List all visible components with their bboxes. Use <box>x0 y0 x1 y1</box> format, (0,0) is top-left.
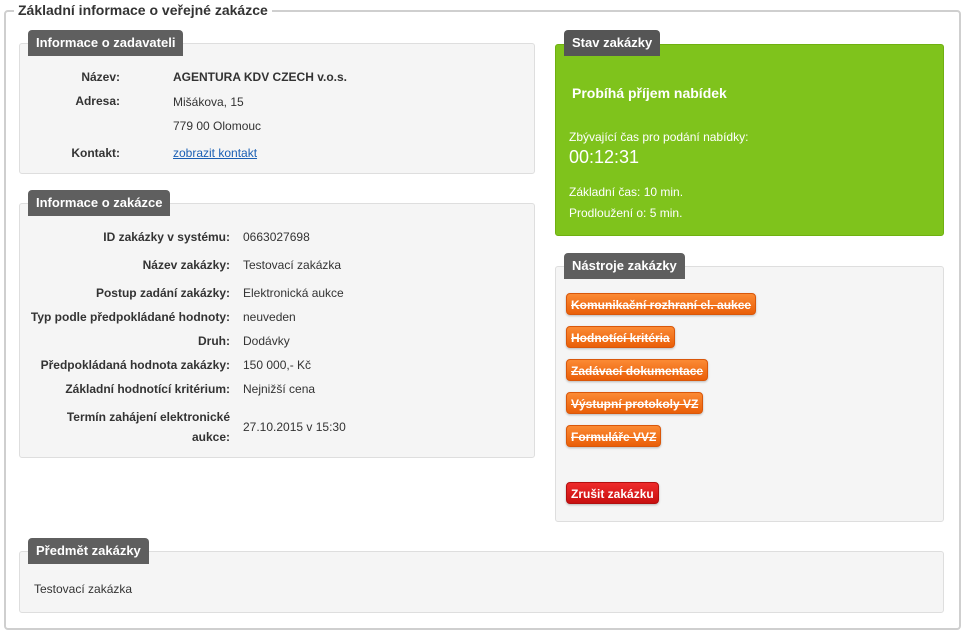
tender-id-label: ID zakázky v systému: <box>103 230 230 244</box>
remaining-time-label: Zbývající čas pro podání nabídky: <box>569 130 749 144</box>
vvz-forms-button[interactable]: Formuláře VVZ <box>566 425 662 447</box>
name-value: AGENTURA KDV CZECH v.o.s. <box>173 70 348 84</box>
tender-status-heading: Stav zakázky <box>564 30 661 56</box>
procedure-value: Elektronická aukce <box>243 286 344 300</box>
tender-info-heading: Informace o zakázce <box>28 190 171 216</box>
page-title: Základní informace o veřejné zakázce <box>14 2 272 18</box>
auction-start-label-line1: Termín zahájení elektronické <box>66 410 230 424</box>
tender-tools-heading: Nástroje zakázky <box>564 253 685 279</box>
value-type-label: Typ podle předpokládané hodnoty: <box>30 310 230 324</box>
tender-name-label: Název zakázky: <box>142 258 230 272</box>
estimated-value-label: Předpokládaná hodnota zakázky: <box>40 358 230 372</box>
auction-communication-button[interactable]: Komunikační rozhraní el. aukce <box>566 293 757 315</box>
auction-start-label-line2: aukce: <box>191 430 230 444</box>
tender-status-panel: Probíhá příjem nabídek Zbývající čas pro… <box>555 44 944 236</box>
cancel-tender-button[interactable]: Zrušit zakázku <box>566 482 659 504</box>
base-time: Základní čas: 10 min. <box>569 185 684 199</box>
kind-value: Dodávky <box>243 334 290 348</box>
tender-subject-text: Testovací zakázka <box>34 582 133 596</box>
criterion-label: Základní hodnotící kritérium: <box>65 382 230 396</box>
tender-id-value: 0663027698 <box>243 230 310 244</box>
evaluation-criteria-button[interactable]: Hodnotící kritéria <box>566 326 675 348</box>
output-protocols-button[interactable]: Výstupní protokoly VZ <box>566 392 704 414</box>
value-type-value: neuveden <box>243 310 296 324</box>
procedure-label: Postup zadání zakázky: <box>95 286 230 300</box>
tender-name-value: Testovací zakázka <box>243 258 342 272</box>
tender-subject-heading: Předmět zakázky <box>28 538 149 564</box>
kind-label: Druh: <box>198 334 230 348</box>
status-text: Probíhá příjem nabídek <box>572 85 727 101</box>
auction-start-value: 27.10.2015 v 15:30 <box>243 420 346 434</box>
contracting-authority-heading: Informace o zadavateli <box>28 30 184 56</box>
address-line1: Mišákova, 15 <box>173 95 244 109</box>
show-contact-link[interactable]: zobrazit kontakt <box>173 146 257 160</box>
contact-label: Kontakt: <box>71 146 120 160</box>
address-line2: 779 00 Olomouc <box>173 119 262 133</box>
address-label: Adresa: <box>75 94 120 108</box>
countdown-timer: 00:12:31 <box>569 147 640 167</box>
tender-subject-panel <box>19 551 944 613</box>
estimated-value-value: 150 000,- Kč <box>243 358 312 372</box>
criterion-value: Nejnižší cena <box>243 382 316 396</box>
name-label: Název: <box>81 70 120 84</box>
tender-documentation-button[interactable]: Zadávací dokumentace <box>566 359 709 381</box>
extension-time: Prodloužení o: 5 min. <box>569 206 683 220</box>
